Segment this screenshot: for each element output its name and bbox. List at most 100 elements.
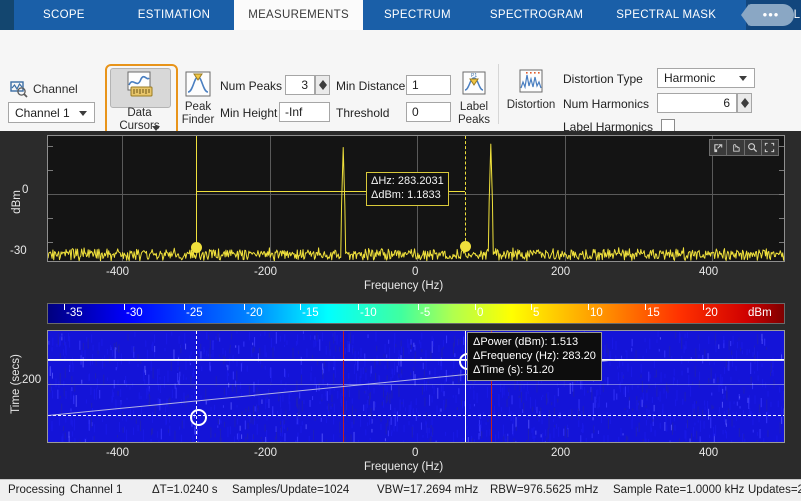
colorbar-tick-0: -35: [66, 307, 83, 319]
status-sample-rate: Sample Rate=1.0000 kHz: [613, 484, 745, 496]
peak-finder-label-line2: Finder: [181, 114, 215, 126]
tab-estimation-label: ESTIMATION: [137, 9, 211, 21]
num-harmonics-input[interactable]: 6: [657, 93, 737, 113]
channel-label: Channel: [33, 82, 78, 96]
colorbar-tickmark: [588, 304, 589, 310]
export-icon[interactable]: [710, 140, 728, 155]
spectrogram-xtick-1: -200: [254, 447, 278, 459]
min-height-label: Min Height: [220, 106, 278, 120]
spectrogram-tooltip-line1: ΔPower (dBm): 1.513: [473, 336, 579, 348]
chevron-down-icon: [739, 76, 747, 81]
colorbar-tickmark: [418, 304, 419, 310]
spectrogram-xtick-0: -400: [106, 447, 130, 459]
channel-select[interactable]: Channel 1: [8, 102, 95, 123]
tab-spectral-mask[interactable]: SPECTRAL MASK: [601, 0, 731, 30]
tab-bar-left-cap: [0, 0, 14, 30]
spectrogram-cursor-tooltip: ΔPower (dBm): 1.513 ΔFrequency (Hz): 283…: [467, 332, 602, 381]
peak-finder-button[interactable]: Peak Finder: [175, 70, 221, 127]
spectrum-cursor-1-handle[interactable]: [191, 242, 202, 253]
ribbon-toolbar: Channel Channel 1 CHANNEL: [0, 30, 801, 150]
distortion-type-value: Harmonic: [664, 71, 716, 85]
zoom-icon[interactable]: [745, 140, 762, 155]
status-rbw: RBW=976.5625 mHz: [490, 484, 599, 496]
spectrum-ytick-0: 0: [22, 184, 29, 196]
colorbar-tick-3: -20: [246, 307, 263, 319]
data-cursors-icon: [122, 70, 158, 106]
spectrogram-cursor-1-handle[interactable]: [190, 409, 207, 426]
spectrum-cursor-tooltip: ΔHz: 283.2031 ΔdBm: 1.1833: [366, 172, 449, 206]
spectrogram-gridline-h: [48, 384, 784, 385]
svg-text:P1: P1: [471, 73, 477, 79]
colorbar-tickmark: [645, 304, 646, 310]
stepper-down-icon[interactable]: [741, 103, 749, 108]
spectrogram-y-axis-title: Time (secs): [10, 354, 22, 414]
tab-measurements[interactable]: MEASUREMENTS: [234, 0, 363, 30]
num-harmonics-stepper[interactable]: [737, 93, 752, 113]
tab-scope[interactable]: SCOPE: [14, 0, 114, 30]
distortion-type-label: Distortion Type: [563, 72, 643, 86]
threshold-label: Threshold: [336, 106, 390, 120]
num-peaks-label: Num Peaks: [220, 79, 283, 93]
colorbar-unit-label: dBm: [748, 307, 772, 319]
colorbar-tick-5: -10: [360, 307, 377, 319]
tab-measurements-label: MEASUREMENTS: [248, 9, 349, 21]
min-distance-label: Min Distance: [336, 79, 406, 93]
tab-estimation[interactable]: ESTIMATION: [114, 0, 234, 30]
status-samples: Samples/Update=1024: [232, 484, 350, 496]
colorbar-tick-7: 0: [477, 307, 484, 319]
status-vbw: VBW=17.2694 mHz: [377, 484, 479, 496]
threshold-input[interactable]: 0: [406, 102, 451, 122]
peak-finder-icon: [180, 70, 216, 100]
spectrum-plot-toolbar[interactable]: [709, 139, 779, 156]
data-cursors-button[interactable]: Data Cursors: [110, 70, 169, 133]
spectrogram-colorbar[interactable]: [47, 303, 785, 324]
num-harmonics-label: Num Harmonics: [563, 97, 650, 111]
chevron-down-icon: [79, 110, 87, 116]
colorbar-tick-9: 10: [590, 307, 603, 319]
tab-spectrum-label: SPECTRUM: [383, 9, 451, 21]
spectrogram-axes[interactable]: ΔPower (dBm): 1.513 ΔFrequency (Hz): 283…: [47, 330, 785, 443]
spectrogram-cursor-1-hline[interactable]: [48, 415, 784, 416]
distortion-type-select[interactable]: Harmonic: [657, 68, 755, 88]
tab-spectrogram[interactable]: SPECTROGRAM: [472, 0, 601, 30]
colorbar-tick-10: 15: [647, 307, 660, 319]
spectrum-axes[interactable]: ΔHz: 283.2031 ΔdBm: 1.1833: [47, 135, 785, 262]
label-peaks-button[interactable]: P1 Label Peaks: [453, 70, 495, 127]
spectrogram-x-axis-title: Frequency (Hz): [364, 461, 444, 473]
num-peaks-input[interactable]: 3: [285, 75, 315, 95]
spectrum-analyzer-window: SCOPE ESTIMATION MEASUREMENTS SPECTRUM S…: [0, 0, 801, 501]
spectrum-cursor-2-line[interactable]: [465, 136, 466, 251]
tab-spectrogram-label: SPECTROGRAM: [489, 9, 584, 21]
spectrum-tooltip-line1: ΔHz: 283.2031: [371, 175, 444, 187]
spectrogram-ytick-0: 200: [22, 374, 42, 386]
spectrogram-panel: Time (secs) 200 ΔPower (dBm): 1.513 ΔFre…: [0, 326, 801, 480]
colorbar-tick-11: 20: [705, 307, 718, 319]
tab-overflow-button[interactable]: •••: [741, 4, 794, 26]
distortion-button[interactable]: Distortion: [506, 68, 556, 112]
colorbar-tickmark: [531, 304, 532, 310]
colorbar-tickmark: [184, 304, 185, 310]
colorbar-tick-1: -30: [126, 307, 143, 319]
spectrogram-cursor-2-hline[interactable]: [48, 359, 784, 361]
colorbar-tickmark: [124, 304, 125, 310]
num-peaks-stepper[interactable]: [315, 75, 330, 95]
pan-icon[interactable]: [727, 140, 745, 155]
colorbar-tick-4: -15: [302, 307, 319, 319]
spectrum-cursor-1-line[interactable]: [196, 136, 198, 251]
tab-spectrum[interactable]: SPECTRUM: [363, 0, 472, 30]
status-updates: Updates=244: [748, 484, 801, 496]
colorbar-tickmark: [64, 304, 65, 310]
tab-scope-label: SCOPE: [43, 9, 85, 21]
channel-select-value: Channel 1: [15, 105, 70, 120]
spectrum-cursor-2-handle[interactable]: [460, 241, 471, 252]
min-distance-value: 1: [412, 78, 419, 92]
spectrum-x-axis-title: Frequency (Hz): [364, 280, 444, 292]
stepper-down-icon[interactable]: [319, 85, 327, 90]
spectrum-xtick-2: 0: [412, 266, 419, 278]
restore-view-icon[interactable]: [762, 140, 778, 155]
colorbar-tickmark: [703, 304, 704, 310]
min-height-input[interactable]: -Inf: [279, 102, 330, 122]
status-channel: Channel 1: [70, 484, 123, 496]
min-distance-input[interactable]: 1: [406, 75, 451, 95]
spectrogram-cursor-1-vline[interactable]: [196, 331, 197, 442]
